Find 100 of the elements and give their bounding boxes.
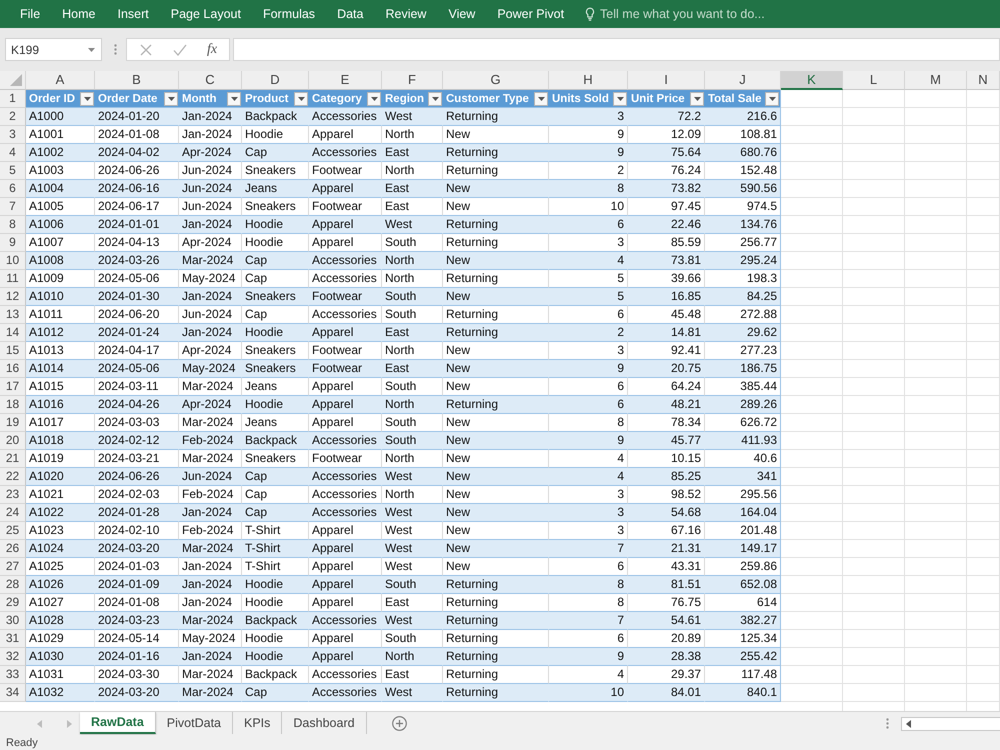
caret-icon <box>538 96 544 100</box>
filter-dropdown-button[interactable] <box>428 92 442 106</box>
name-box[interactable]: K199 <box>5 38 102 61</box>
formula-input[interactable] <box>233 38 1000 61</box>
column-header[interactable]: I <box>628 71 705 90</box>
table-cell: North <box>382 342 443 360</box>
column-header[interactable]: L <box>843 71 905 90</box>
left-triangle-icon[interactable] <box>906 720 911 728</box>
filter-dropdown-button[interactable] <box>367 92 381 106</box>
column-header[interactable]: M <box>905 71 967 90</box>
vertical-dots-icon[interactable] <box>114 44 117 55</box>
table-cell: 4 <box>549 252 628 270</box>
table-cell: North <box>382 648 443 666</box>
column-header[interactable]: F <box>382 71 443 90</box>
table-cell: 2024-06-16 <box>95 180 179 198</box>
checkmark-icon[interactable] <box>173 44 187 56</box>
filter-dropdown-button[interactable] <box>227 92 241 106</box>
row-header[interactable]: 6 <box>0 180 26 198</box>
row-header[interactable]: 34 <box>0 684 26 702</box>
sheet-tab[interactable]: RawData <box>80 712 156 734</box>
sheet-tab[interactable]: PivotData <box>156 712 233 734</box>
row-header[interactable]: 17 <box>0 378 26 396</box>
table-cell: 277.23 <box>705 342 781 360</box>
row-header[interactable]: 22 <box>0 468 26 486</box>
menu-tab[interactable]: File <box>9 3 52 25</box>
row-header[interactable]: 3 <box>0 126 26 144</box>
row-header[interactable]: 29 <box>0 594 26 612</box>
search-field[interactable]: Tell me what you want to do... <box>585 3 800 25</box>
table-cell: Accessories <box>309 504 382 522</box>
insert-function-button[interactable]: fx <box>207 42 218 58</box>
row-header[interactable]: 23 <box>0 486 26 504</box>
filter-dropdown-button[interactable] <box>613 92 627 106</box>
row-header[interactable]: 9 <box>0 234 26 252</box>
row-header[interactable]: 16 <box>0 360 26 378</box>
row-header[interactable]: 7 <box>0 198 26 216</box>
menu-tab[interactable]: Home <box>51 3 106 25</box>
column-header[interactable]: C <box>179 71 242 90</box>
row-header[interactable]: 10 <box>0 252 26 270</box>
filter-dropdown-button[interactable] <box>765 92 779 106</box>
menu-tab[interactable]: Insert <box>106 3 160 25</box>
table-cell: New <box>443 432 549 450</box>
menu-tab[interactable]: Formulas <box>252 3 326 25</box>
row-header[interactable]: 18 <box>0 396 26 414</box>
row-header[interactable]: 19 <box>0 414 26 432</box>
row-header[interactable]: 20 <box>0 432 26 450</box>
filter-dropdown-button[interactable] <box>690 92 704 106</box>
row-header[interactable]: 28 <box>0 576 26 594</box>
table-cell: East <box>382 198 443 216</box>
row-header[interactable]: 4 <box>0 144 26 162</box>
menu-tab[interactable]: Data <box>326 3 374 25</box>
plus-circle-icon[interactable] <box>392 716 407 731</box>
row-header[interactable]: 30 <box>0 612 26 630</box>
row-header[interactable]: 26 <box>0 540 26 558</box>
row-header[interactable]: 25 <box>0 522 26 540</box>
filter-dropdown-button[interactable] <box>164 92 178 106</box>
table-cell: Apparel <box>309 396 382 414</box>
filter-dropdown-button[interactable] <box>534 92 548 106</box>
row-header[interactable]: 11 <box>0 270 26 288</box>
row-header[interactable]: 31 <box>0 630 26 648</box>
caret-icon <box>84 96 90 100</box>
row-header[interactable]: 5 <box>0 162 26 180</box>
table-cell: Accessories <box>309 252 382 270</box>
filter-dropdown-button[interactable] <box>294 92 308 106</box>
row-header[interactable]: 32 <box>0 648 26 666</box>
horizontal-scrollbar[interactable] <box>901 716 1000 730</box>
column-header[interactable]: A <box>26 71 95 90</box>
column-header[interactable]: H <box>549 71 628 90</box>
row-header[interactable]: 12 <box>0 288 26 306</box>
menu-tab[interactable]: Power Pivot <box>486 3 576 25</box>
row-header[interactable]: 2 <box>0 108 26 126</box>
table-cell: 7 <box>549 612 628 630</box>
row-header[interactable]: 13 <box>0 306 26 324</box>
sheet-tab[interactable]: KPIs <box>233 712 282 734</box>
row-header[interactable]: 27 <box>0 558 26 576</box>
column-header[interactable]: D <box>242 71 309 90</box>
menu-tab[interactable]: View <box>437 3 486 25</box>
row-header[interactable]: 15 <box>0 342 26 360</box>
table-cell: Footwear <box>309 450 382 468</box>
row-header[interactable]: 33 <box>0 666 26 684</box>
table-cell: Cap <box>242 684 309 702</box>
column-header[interactable]: J <box>705 71 781 90</box>
row-header[interactable]: 8 <box>0 216 26 234</box>
vertical-dots-icon[interactable] <box>886 718 889 729</box>
table-cell: 76.24 <box>628 162 705 180</box>
row-header[interactable]: 1 <box>0 90 26 108</box>
table-cell: Jeans <box>242 180 309 198</box>
sheet-tab[interactable]: Dashboard <box>282 712 367 734</box>
menu-tab[interactable]: Review <box>374 3 438 25</box>
filter-dropdown-button[interactable] <box>80 92 94 106</box>
row-header[interactable]: 24 <box>0 504 26 522</box>
column-header[interactable]: G <box>443 71 549 90</box>
column-header[interactable]: B <box>95 71 179 90</box>
row-header[interactable]: 21 <box>0 450 26 468</box>
table-cell: Jan-2024 <box>179 504 242 522</box>
row-header[interactable]: 14 <box>0 324 26 342</box>
column-header[interactable]: N <box>967 71 1000 90</box>
column-header[interactable]: K <box>781 71 843 90</box>
table-cell: 16.85 <box>628 288 705 306</box>
column-header[interactable]: E <box>309 71 382 90</box>
menu-tab[interactable]: Page Layout <box>160 3 252 25</box>
